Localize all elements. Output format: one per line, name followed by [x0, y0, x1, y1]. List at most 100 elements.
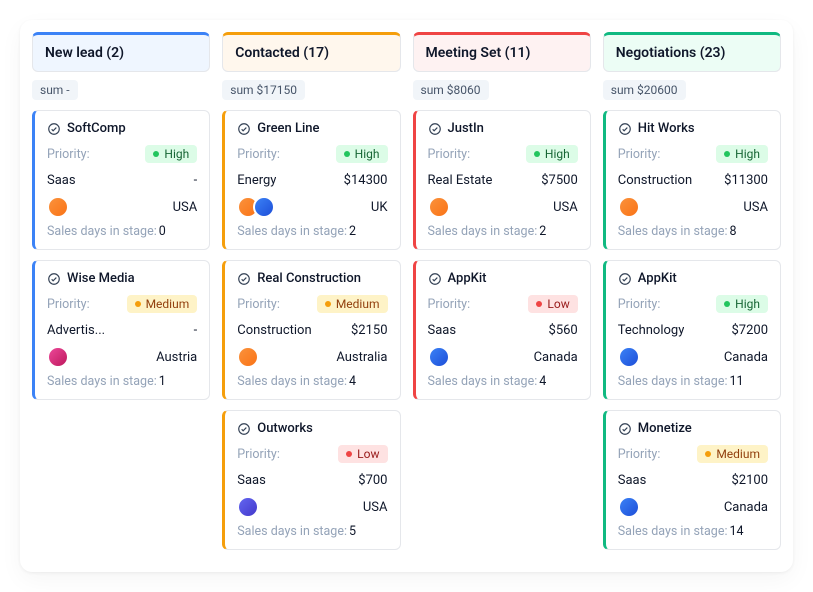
avatar[interactable] [237, 346, 259, 368]
priority-badge: High [145, 145, 197, 163]
avatars [237, 196, 269, 218]
deal-name: Hit Works [638, 121, 695, 136]
column-contacted: Contacted (17)sum $17150Green LinePriori… [222, 32, 400, 560]
check-circle-icon [47, 272, 61, 286]
country: Australia [336, 350, 387, 365]
column-sum: sum $20600 [603, 80, 686, 100]
deal-name: JustIn [448, 121, 484, 136]
industry: Advertis... [47, 323, 105, 338]
deal-name: Monetize [638, 421, 692, 436]
deal-name: AppKit [638, 271, 677, 286]
priority-label: Priority: [47, 297, 90, 312]
avatar[interactable] [253, 196, 275, 218]
avatars [618, 196, 634, 218]
avatar[interactable] [618, 346, 640, 368]
stage-days: Sales days in stage:11 [618, 374, 768, 389]
amount: $700 [358, 473, 387, 488]
industry: Technology [618, 323, 685, 338]
check-circle-icon [428, 122, 442, 136]
deal-card[interactable]: SoftCompPriority:HighSaas-USASales days … [32, 110, 210, 250]
avatar[interactable] [428, 196, 450, 218]
avatar[interactable] [237, 496, 259, 518]
priority-badge: Medium [317, 295, 388, 313]
check-circle-icon [618, 422, 632, 436]
column-negotiations: Negotiations (23) sum $20600 Hit Works Prio… [603, 32, 781, 560]
column-header[interactable]: Meeting Set (11) [413, 32, 591, 72]
avatars [237, 496, 253, 518]
industry: Saas [428, 323, 457, 338]
avatar[interactable] [47, 346, 69, 368]
deal-card[interactable]: Wise MediaPriority:MediumAdvertis...-Aus… [32, 260, 210, 400]
avatar[interactable] [618, 496, 640, 518]
stage-days: Sales days in stage:2 [237, 224, 387, 239]
stage-days: Sales days in stage:2 [428, 224, 578, 239]
column-title: Negotiations (23) [616, 45, 726, 61]
priority-label: Priority: [237, 447, 280, 462]
deal-card[interactable]: JustInPriority:HighReal Estate$7500USASa… [413, 110, 591, 250]
priority-badge: High [526, 145, 578, 163]
deal-card[interactable]: Hit WorksPriority:HighConstruction$11300… [603, 110, 781, 250]
deal-card[interactable]: AppKitPriority:LowSaas$560CanadaSales da… [413, 260, 591, 400]
stage-days: Sales days in stage:4 [428, 374, 578, 389]
amount: $7500 [541, 173, 578, 188]
deal-name: Real Construction [257, 271, 361, 286]
deal-name: Outworks [257, 421, 313, 436]
country: USA [173, 200, 198, 215]
industry: Saas [618, 473, 647, 488]
priority-label: Priority: [618, 147, 661, 162]
country: UK [371, 200, 388, 215]
avatars [618, 496, 634, 518]
deal-card[interactable]: AppKitPriority:HighTechnology$7200Canada… [603, 260, 781, 400]
column-header[interactable]: New lead (2) [32, 32, 210, 72]
country: USA [363, 500, 388, 515]
column-sum: sum $8060 [413, 80, 489, 100]
check-circle-icon [618, 122, 632, 136]
avatars [428, 346, 444, 368]
amount: - [194, 323, 198, 338]
avatars [428, 196, 444, 218]
country: Canada [724, 350, 768, 365]
amount: $2100 [731, 473, 768, 488]
priority-badge: Medium [697, 445, 768, 463]
amount: $11300 [724, 173, 768, 188]
column-sum: sum $17150 [222, 80, 305, 100]
stage-days: Sales days in stage:14 [618, 524, 768, 539]
avatars [47, 346, 63, 368]
country: Canada [724, 500, 768, 515]
column-title: Contacted (17) [235, 45, 329, 61]
industry: Saas [237, 473, 266, 488]
priority-label: Priority: [428, 297, 471, 312]
avatar[interactable] [618, 196, 640, 218]
column-header[interactable]: Contacted (17) [222, 32, 400, 72]
country: Canada [534, 350, 578, 365]
amount: $2150 [351, 323, 388, 338]
priority-label: Priority: [618, 447, 661, 462]
deal-card[interactable]: Monetize Priority: Medium Saas $2100 Canada Sa… [603, 410, 781, 550]
priority-badge: High [336, 145, 388, 163]
deal-card[interactable]: OutworksPriority:LowSaas$700USASales day… [222, 410, 400, 550]
priority-label: Priority: [237, 147, 280, 162]
avatar[interactable] [428, 346, 450, 368]
check-circle-icon [428, 272, 442, 286]
column-header[interactable]: Negotiations (23) [603, 32, 781, 72]
amount: $14300 [344, 173, 388, 188]
amount: - [194, 173, 198, 188]
avatar[interactable] [47, 196, 69, 218]
deal-card[interactable]: Green LinePriority:HighEnergy$14300UKSal… [222, 110, 400, 250]
stage-days: Sales days in stage:5 [237, 524, 387, 539]
deal-name: SoftComp [67, 121, 126, 136]
industry: Real Estate [428, 173, 493, 188]
priority-badge: High [716, 295, 768, 313]
avatars [47, 196, 63, 218]
kanban-board: New lead (2) sum - SoftComp Priority: High Sa… [20, 20, 793, 572]
check-circle-icon [237, 272, 251, 286]
column-sum: sum - [32, 80, 78, 100]
country: Austria [156, 350, 197, 365]
check-circle-icon [618, 272, 632, 286]
deal-card[interactable]: Real ConstructionPriority:MediumConstruc… [222, 260, 400, 400]
stage-days: Sales days in stage:0 [47, 224, 197, 239]
deal-name: Wise Media [67, 271, 135, 286]
amount: $7200 [731, 323, 768, 338]
avatars [237, 346, 253, 368]
stage-days: Sales days in stage:1 [47, 374, 197, 389]
